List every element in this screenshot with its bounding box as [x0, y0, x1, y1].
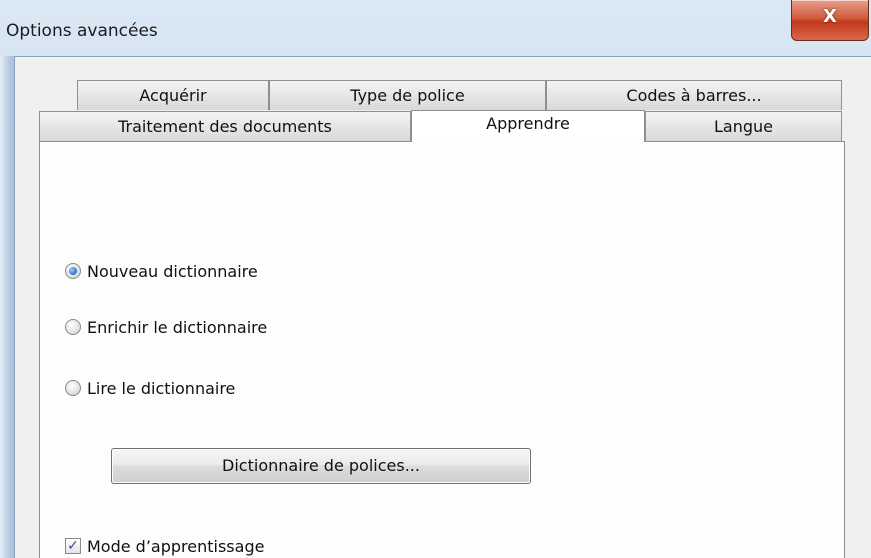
tab-type-de-police[interactable]: Type de police: [269, 80, 546, 110]
tab-panel-apprendre: [39, 141, 845, 558]
tab-label: Acquérir: [139, 86, 207, 105]
close-icon: X: [823, 6, 837, 27]
tab-label: Langue: [714, 117, 773, 136]
radio-label: Nouveau dictionnaire: [87, 262, 258, 281]
tab-label: Apprendre: [486, 114, 570, 133]
window-frame: [0, 56, 14, 558]
radio-selected-icon: [65, 263, 81, 279]
tab-label: Codes à barres...: [626, 86, 762, 105]
checkbox-mode-apprentissage[interactable]: ✓ Mode d’apprentissage: [65, 537, 305, 557]
dialog-window: Options avancées X Acquérir Type de poli…: [0, 0, 871, 558]
radio-unselected-icon: [65, 380, 81, 396]
radio-label: Lire le dictionnaire: [87, 379, 236, 398]
checkbox-label: Mode d’apprentissage: [87, 537, 265, 556]
radio-lire-le-dictionnaire[interactable]: Lire le dictionnaire: [65, 379, 285, 399]
tab-codes-a-barres[interactable]: Codes à barres...: [546, 80, 842, 110]
window-title: Options avancées: [6, 21, 158, 41]
font-dictionary-button[interactable]: Dictionnaire de polices...: [111, 448, 531, 484]
radio-enrichir-le-dictionnaire[interactable]: Enrichir le dictionnaire: [65, 318, 325, 338]
tab-traitement-des-documents[interactable]: Traitement des documents: [39, 111, 411, 141]
radio-nouveau-dictionnaire[interactable]: Nouveau dictionnaire: [65, 262, 305, 282]
close-button[interactable]: X: [791, 0, 869, 41]
radio-label: Enrichir le dictionnaire: [87, 318, 268, 337]
tab-apprendre[interactable]: Apprendre: [411, 110, 645, 142]
tab-langue[interactable]: Langue: [645, 111, 842, 141]
radio-unselected-icon: [65, 319, 81, 335]
tab-acquerir[interactable]: Acquérir: [77, 80, 269, 110]
tab-label: Type de police: [350, 86, 465, 105]
checkbox-checked-icon: ✓: [65, 538, 81, 554]
tab-label: Traitement des documents: [118, 117, 332, 136]
